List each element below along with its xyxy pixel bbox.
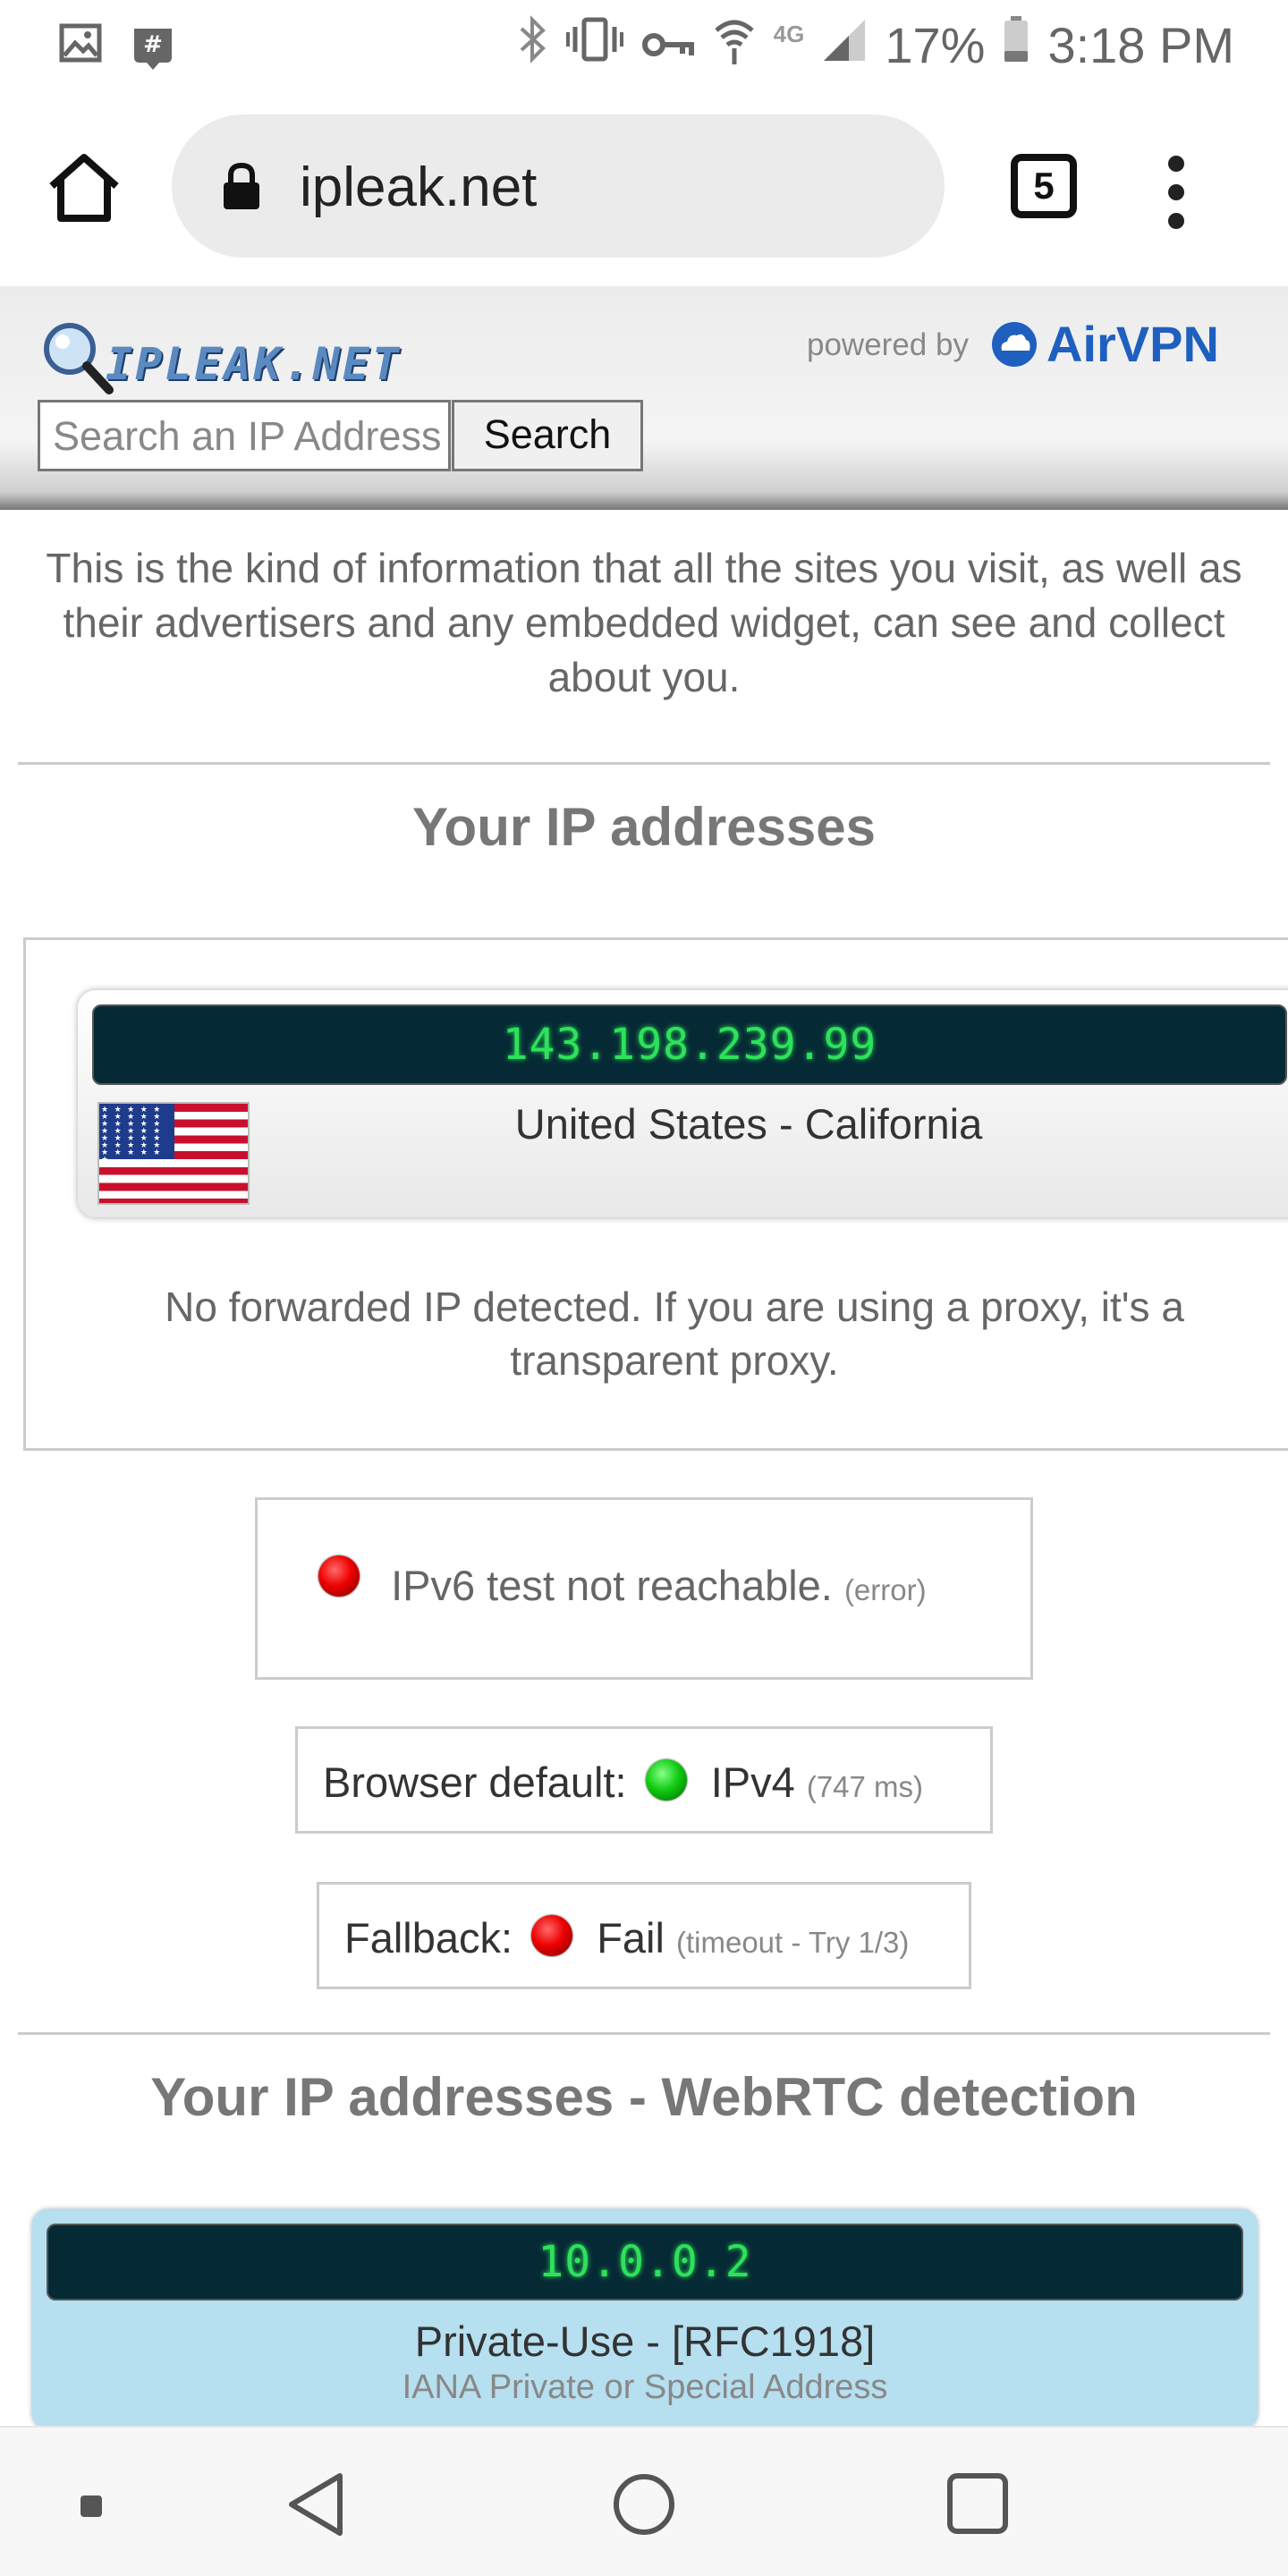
webrtc-section-title: Your IP addresses - WebRTC detection: [150, 2067, 1138, 2127]
svg-text:#: #: [143, 31, 163, 58]
network-type: 4G: [773, 21, 805, 47]
airvpn-text: AirVPN: [1046, 316, 1219, 372]
ipv6-status-text: IPv6 test not reachable.: [391, 1562, 833, 1609]
home-button[interactable]: [47, 152, 127, 224]
airvpn-cloud-icon: [992, 321, 1037, 367]
ip-card[interactable]: 143.198.239.99 ★ ★ ★ ★ ★ ★ ★ ★ ★ ★ ★ ★ ★…: [78, 990, 1288, 1217]
webrtc-ip-card[interactable]: 10.0.0.2 Private-Use - [RFC1918] IANA Pr…: [32, 2209, 1258, 2429]
browser-default-label: Browser default:: [323, 1758, 627, 1806]
groupme-icon: #: [129, 23, 177, 76]
fallback-box: Fallback: Fail (timeout - Try 1/3): [317, 1882, 971, 1989]
signal-icon: [822, 16, 867, 74]
fallback-value: Fail: [597, 1914, 665, 1962]
ip-address-box: 143.198.239.99 ★ ★ ★ ★ ★ ★ ★ ★ ★ ★ ★ ★ ★…: [23, 937, 1288, 1451]
lock-icon: [224, 162, 259, 209]
site-header: IPLEAK.NET powered by AirVPN Search an I…: [0, 286, 1288, 510]
ip-search-input[interactable]: Search an IP Address: [38, 400, 451, 471]
fallback-note: (timeout - Try 1/3): [676, 1926, 910, 1959]
ipv6-status-note: (error): [843, 1573, 927, 1606]
search-button[interactable]: Search: [452, 400, 643, 471]
address-bar[interactable]: ipleak.net: [172, 114, 945, 258]
browser-default-box: Browser default: IPv4 (747 ms): [295, 1726, 993, 1834]
webrtc-ip-subtitle: IANA Private or Special Address: [402, 2368, 888, 2406]
us-flag-icon: ★ ★ ★ ★ ★ ★ ★ ★ ★ ★ ★ ★ ★ ★ ★ ★ ★ ★ ★ ★ …: [97, 1102, 250, 1205]
ip-location: United States - California: [514, 1100, 983, 1148]
webrtc-ip-type: Private-Use - [RFC1918]: [414, 2318, 876, 2365]
home-icon: [49, 154, 119, 222]
system-nav-bar: [0, 2426, 1288, 2576]
status-red-icon: [531, 1914, 573, 1956]
recents-icon[interactable]: [946, 2472, 1009, 2535]
url-text: ipleak.net: [300, 157, 538, 218]
tab-switcher-button[interactable]: 5: [1011, 154, 1077, 218]
status-green-icon: [645, 1758, 687, 1801]
ipleak-logo[interactable]: IPLEAK.NET: [39, 318, 424, 399]
divider: [18, 762, 1270, 765]
ip-section-title: Your IP addresses: [411, 797, 877, 857]
powered-by-label: powered by: [807, 327, 969, 362]
more-menu-icon[interactable]: [1168, 156, 1186, 242]
forwarded-ip-note: No forwarded IP detected. If you are usi…: [165, 1284, 1184, 1384]
status-bar: # 4G 17% 3:18 PM: [0, 0, 1288, 89]
webrtc-ip-display: 10.0.0.2: [47, 2224, 1243, 2301]
ipv6-test-box: IPv6 test not reachable. (error): [255, 1497, 1033, 1680]
fallback-label: Fallback:: [344, 1914, 513, 1962]
magnifier-icon: [44, 323, 114, 394]
divider: [18, 2032, 1270, 2035]
clock: 3:18 PM: [1047, 17, 1234, 73]
bluetooth-icon: [518, 14, 548, 76]
gallery-icon: [59, 23, 102, 76]
battery-icon: [1003, 15, 1030, 75]
status-red-icon: [318, 1555, 360, 1597]
vibrate-icon: [565, 14, 623, 76]
airvpn-link[interactable]: AirVPN: [991, 315, 1219, 373]
wifi-icon: [713, 14, 756, 76]
battery-percent: 17%: [885, 17, 986, 73]
logo-text: IPLEAK.NET: [106, 338, 402, 390]
browser-toolbar: ipleak.net 5: [0, 89, 1288, 286]
nav-dot-icon[interactable]: [80, 2496, 102, 2517]
browser-default-note: (747 ms): [806, 1770, 924, 1803]
back-icon[interactable]: [286, 2470, 345, 2538]
intro-text: This is the kind of information that all…: [46, 545, 1242, 700]
vpn-key-icon: [641, 16, 695, 74]
ip-address-display: 143.198.239.99: [92, 1004, 1287, 1085]
browser-default-value: IPv4: [710, 1758, 795, 1806]
home-nav-icon[interactable]: [612, 2472, 676, 2537]
